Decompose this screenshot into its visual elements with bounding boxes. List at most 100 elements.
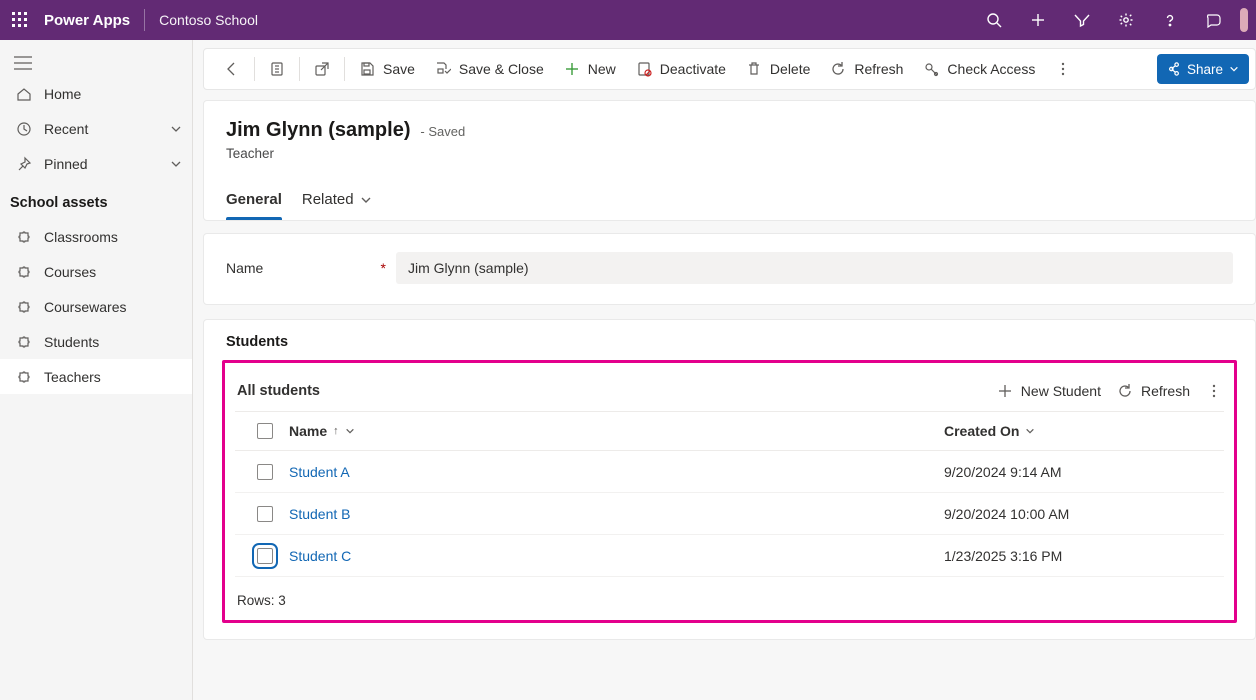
table-row[interactable]: Student B 9/20/2024 10:00 AM: [235, 493, 1224, 535]
table-row[interactable]: Student A 9/20/2024 9:14 AM: [235, 451, 1224, 493]
home-icon: [14, 86, 34, 102]
table-row[interactable]: Student C 1/23/2025 3:16 PM: [235, 535, 1224, 577]
settings-icon[interactable]: [1104, 0, 1148, 40]
record-set-icon: [269, 61, 285, 77]
required-indicator: *: [381, 260, 386, 276]
new-student-button[interactable]: New Student: [997, 383, 1101, 399]
delete-button[interactable]: Delete: [736, 51, 820, 87]
help-icon[interactable]: [1148, 0, 1192, 40]
new-button[interactable]: New: [554, 51, 626, 87]
nav-coursewares[interactable]: Coursewares: [0, 289, 192, 324]
students-section: Students All students New Student: [203, 319, 1256, 640]
nav-recent[interactable]: Recent: [0, 111, 192, 146]
record-title: Jim Glynn (sample): [226, 119, 411, 141]
general-section: Name *: [203, 233, 1256, 305]
select-all-checkbox[interactable]: [243, 423, 287, 439]
student-link[interactable]: Student B: [289, 506, 351, 522]
column-created-on[interactable]: Created On: [944, 423, 1224, 439]
name-field-label: Name *: [226, 260, 396, 276]
puzzle-icon: [14, 229, 34, 245]
name-input[interactable]: [396, 252, 1233, 284]
content-area: Save Save & Close New Deactivate: [193, 40, 1256, 700]
form-tabs: General Related: [226, 183, 1233, 220]
nav-home-label: Home: [44, 86, 81, 102]
environment-name[interactable]: Contoso School: [159, 12, 258, 28]
check-access-icon: [923, 61, 939, 77]
grid-footer: Rows: 3: [235, 577, 1224, 608]
trash-icon: [746, 61, 762, 77]
clock-icon: [14, 121, 34, 137]
row-checkbox[interactable]: [243, 506, 287, 522]
add-icon[interactable]: [1016, 0, 1060, 40]
puzzle-icon: [14, 369, 34, 385]
subgrid-refresh-label: Refresh: [1141, 383, 1190, 399]
grid-header-row: Name ↑ Created On: [235, 411, 1224, 451]
nav-home[interactable]: Home: [0, 76, 192, 111]
app-launcher-icon[interactable]: [0, 0, 40, 40]
assistant-icon[interactable]: [1192, 0, 1236, 40]
back-icon: [224, 61, 240, 77]
tab-related-label: Related: [302, 191, 354, 208]
open-in-new-window-button[interactable]: [304, 51, 340, 87]
plus-icon: [997, 383, 1013, 399]
top-suite-bar: Power Apps Contoso School: [0, 0, 1256, 40]
chevron-down-icon: [360, 194, 372, 206]
subgrid-more-button[interactable]: [1206, 383, 1222, 399]
open-record-set-button[interactable]: [259, 51, 295, 87]
student-link[interactable]: Student A: [289, 464, 350, 480]
more-commands-button[interactable]: [1045, 51, 1081, 87]
save-close-icon: [435, 61, 451, 77]
pin-icon: [14, 156, 34, 172]
nav-teachers[interactable]: Teachers: [0, 359, 192, 394]
nav-classrooms[interactable]: Classrooms: [0, 219, 192, 254]
new-label: New: [588, 61, 616, 77]
save-close-label: Save & Close: [459, 61, 544, 77]
nav-courses[interactable]: Courses: [0, 254, 192, 289]
name-label-text: Name: [226, 260, 263, 276]
created-on-cell: 9/20/2024 9:14 AM: [944, 464, 1224, 480]
more-vertical-icon: [1206, 383, 1222, 399]
column-created-label: Created On: [944, 423, 1019, 439]
chevron-down-icon: [170, 123, 182, 135]
avatar[interactable]: [1240, 8, 1248, 32]
left-nav: Home Recent Pinned School assets: [0, 40, 193, 700]
nav-students[interactable]: Students: [0, 324, 192, 359]
hamburger-icon[interactable]: [0, 46, 192, 76]
search-icon[interactable]: [972, 0, 1016, 40]
refresh-icon: [830, 61, 846, 77]
sort-asc-icon: ↑: [333, 425, 339, 437]
chevron-down-icon: [170, 158, 182, 170]
column-name[interactable]: Name ↑: [287, 423, 944, 439]
subgrid-view-name[interactable]: All students: [237, 383, 320, 399]
puzzle-icon: [14, 264, 34, 280]
deactivate-label: Deactivate: [660, 61, 726, 77]
filter-icon[interactable]: [1060, 0, 1104, 40]
row-checkbox[interactable]: [243, 548, 287, 564]
topbar-divider: [144, 9, 145, 31]
check-access-button[interactable]: Check Access: [913, 51, 1045, 87]
save-button[interactable]: Save: [349, 51, 425, 87]
deactivate-button[interactable]: Deactivate: [626, 51, 736, 87]
refresh-button[interactable]: Refresh: [820, 51, 913, 87]
record-entity-name: Teacher: [226, 146, 1233, 161]
save-close-button[interactable]: Save & Close: [425, 51, 554, 87]
row-checkbox[interactable]: [243, 464, 287, 480]
tab-related[interactable]: Related: [302, 183, 372, 220]
share-button[interactable]: Share: [1157, 54, 1249, 84]
rows-label: Rows:: [237, 593, 275, 608]
plus-icon: [564, 61, 580, 77]
check-access-label: Check Access: [947, 61, 1035, 77]
share-icon: [1167, 62, 1181, 76]
nav-pinned[interactable]: Pinned: [0, 146, 192, 181]
tab-general-label: General: [226, 191, 282, 208]
puzzle-icon: [14, 299, 34, 315]
record-saved-status: - Saved: [420, 124, 465, 139]
back-button[interactable]: [214, 51, 250, 87]
created-on-cell: 9/20/2024 10:00 AM: [944, 506, 1224, 522]
subgrid-refresh-button[interactable]: Refresh: [1117, 383, 1190, 399]
created-on-cell: 1/23/2025 3:16 PM: [944, 548, 1224, 564]
popout-icon: [314, 61, 330, 77]
nav-pinned-label: Pinned: [44, 156, 88, 172]
student-link[interactable]: Student C: [289, 548, 351, 564]
tab-general[interactable]: General: [226, 183, 282, 220]
